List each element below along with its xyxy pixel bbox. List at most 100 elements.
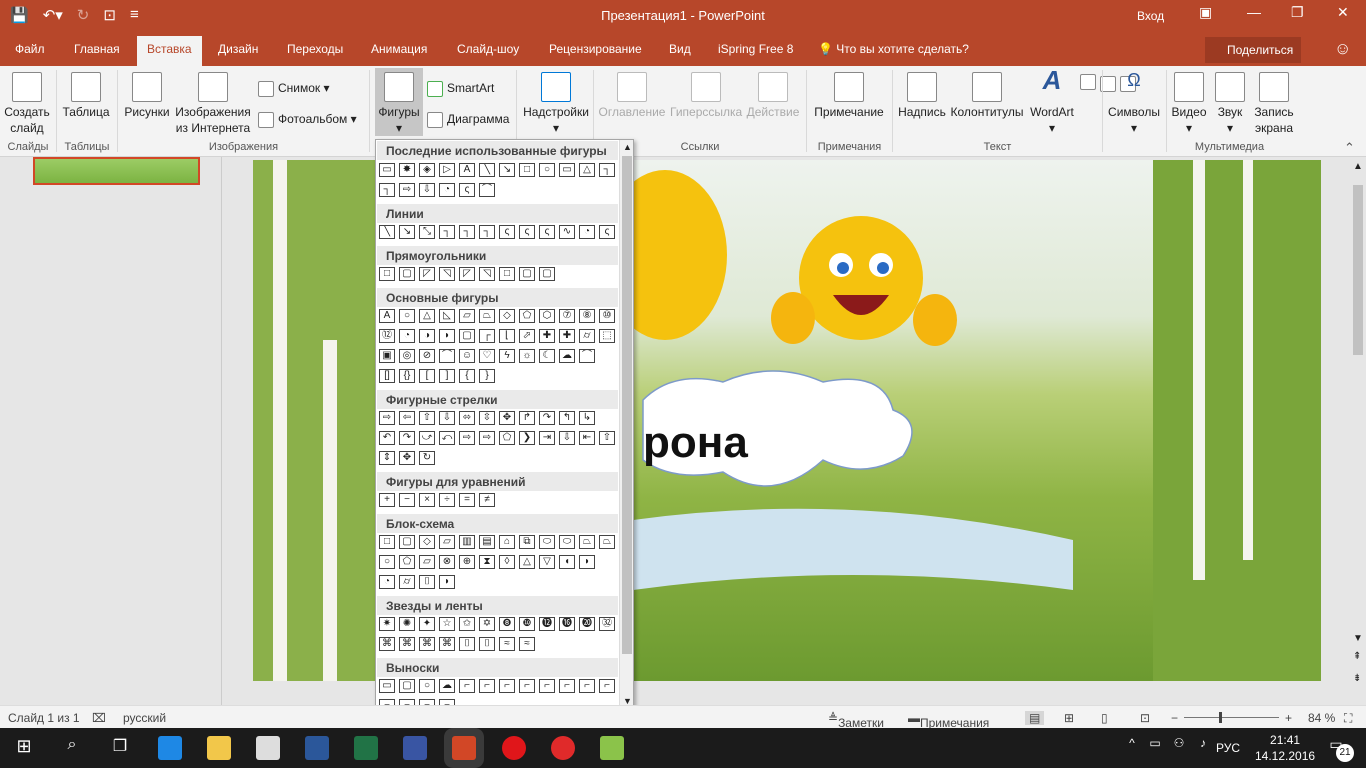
scroll-up-icon[interactable]: ▲ [1353, 161, 1363, 172]
tray-chevron-icon[interactable]: ^ [1120, 736, 1144, 760]
network-icon[interactable]: ⚇ [1167, 736, 1191, 760]
tab-transitions[interactable]: Переходы [287, 42, 343, 56]
pictures-button[interactable]: Рисунки [122, 72, 172, 120]
screen-recording-button[interactable]: Запись экрана [1250, 72, 1298, 136]
tab-animation[interactable]: Анимация [371, 42, 427, 56]
smiley-feedback-icon[interactable]: ☺ [1334, 39, 1351, 59]
photo-album-button[interactable]: Фотоальбом ▾ [258, 111, 357, 128]
symbols-button[interactable]: Ω Символы ▾ [1106, 71, 1162, 136]
zoom-out-icon[interactable]: − [1171, 711, 1178, 725]
task-view-icon[interactable]: ❐ [108, 736, 132, 760]
shape-row[interactable]: □ ▢ ◸ ◹ ◸ ◹ □ ▢ ▢ [379, 267, 555, 285]
tab-review[interactable]: Рецензирование [549, 42, 642, 56]
comments-button[interactable]: ▬ Примечания [908, 711, 989, 730]
slide-thumbnail-1[interactable] [33, 157, 200, 185]
scroll-up-icon[interactable]: ▲ [623, 142, 632, 152]
share-button[interactable]: Поделиться [1205, 37, 1301, 63]
tab-file[interactable]: Файл [15, 42, 45, 56]
ribbon-display-icon[interactable]: ▣ [1199, 4, 1212, 21]
reading-view-icon[interactable]: ▯ [1101, 711, 1108, 725]
cloud-text[interactable]: рона [643, 418, 748, 468]
collapse-ribbon-icon[interactable]: ⌃ [1344, 140, 1355, 156]
chart-button[interactable]: Диаграмма [427, 111, 509, 128]
vertical-scrollbar[interactable]: ▲ ▼ ⇞ ⇟ [1350, 157, 1366, 705]
login-link[interactable]: Вход [1137, 9, 1164, 23]
shape-row[interactable]: ┐ ⇨ ⇩ ◔ ς ⌒ [379, 183, 495, 201]
shape-row[interactable]: ⑫ ◔ ◑ ◗ ▢ ┌ ⌊ ⬀ ✚ ✚ ⌭ ⬚ [379, 329, 615, 347]
shape-row[interactable]: □ ▢ ◇ ▱ ▥ ▤ ⌂ ⧉ ⬭ ⬭ ⏢ ⏢ [379, 535, 615, 553]
shape-row[interactable]: []{}[]{} [379, 369, 495, 387]
shape-row[interactable]: ⌘ ⌘ ⌘ ⌘ ⌷ ⌷ ≈ ≈ [379, 637, 535, 655]
zoom-slider-thumb[interactable] [1219, 712, 1222, 723]
scroll-thumb[interactable] [1353, 185, 1363, 355]
more-text-tools[interactable] [1080, 72, 1136, 92]
shape-row[interactable]: ○ ⬠ ▱ ⊗ ⊕ ⧗ ◊ △ ▽ ◖ ◗ [379, 555, 595, 573]
minimize-icon[interactable]: — [1247, 4, 1261, 20]
volume-icon[interactable]: ♪ [1191, 736, 1215, 760]
opera-icon[interactable] [502, 736, 526, 760]
table-button[interactable]: Таблица [62, 72, 110, 120]
shape-row[interactable]: ⇕ ✥ ↻ [379, 451, 435, 469]
screenshot-button[interactable]: Снимок ▾ [258, 80, 330, 97]
clock[interactable]: 21:41 14.12.2016 [1255, 732, 1315, 764]
scroll-down-icon[interactable]: ▼ [1353, 633, 1363, 644]
prev-slide-icon[interactable]: ⇞ [1353, 651, 1361, 662]
shape-row[interactable]: ▭ ▢ ○ ☁ ⌐ ⌐ ⌐ ⌐ ⌐ ⌐ ⌐ ⌐ [379, 679, 615, 697]
tab-home[interactable]: Главная [74, 42, 120, 56]
slideshow-view-icon[interactable]: ⊡ [1140, 711, 1150, 725]
header-footer-button[interactable]: Колонтитулы [950, 72, 1024, 120]
input-language[interactable]: РУС [1216, 741, 1240, 755]
fit-slide-icon[interactable]: ⛶ [1344, 711, 1352, 726]
shape-row[interactable]: A ○ △ ◺ ▱ ⏢ ◇ ⬠ ⬡ ⑦ ⑧ ⑩ [379, 309, 615, 327]
tab-ispring[interactable]: iSpring Free 8 [718, 42, 793, 56]
word-icon[interactable] [305, 736, 329, 760]
gallery-scrollbar[interactable]: ▲ ▼ [619, 140, 633, 721]
edge-icon[interactable] [158, 736, 182, 760]
toc-button[interactable]: Оглавление [598, 72, 666, 120]
shape-row[interactable]: + − × ÷ = ≠ [379, 493, 495, 511]
new-slide-button[interactable]: Создать слайд [4, 72, 50, 136]
tab-view[interactable]: Вид [669, 42, 691, 56]
zoom-level[interactable]: 84 % [1308, 711, 1335, 725]
zoom-in-icon[interactable]: + [1285, 711, 1292, 725]
network-icon[interactable]: ▭ [1143, 736, 1167, 760]
gallery-scroll-thumb[interactable] [622, 156, 632, 654]
tab-insert[interactable]: Вставка [137, 36, 202, 66]
excel-icon[interactable] [354, 736, 378, 760]
video-button[interactable]: Видео ▾ [1170, 72, 1208, 136]
smartart-button[interactable]: SmartArt [427, 80, 494, 97]
tab-slideshow[interactable]: Слайд-шоу [457, 42, 519, 56]
shape-row[interactable]: ↶ ↷ ⤻ ⤺ ⇨ ⇨ ⬠ ❯ ⇥ ⇩ ⇤ ⇧ [379, 431, 615, 449]
textbox-button[interactable]: Надпись [897, 72, 947, 120]
shape-row[interactable]: ╲ ↘ ⤡ ┐ ┐ ┐ ς ς ς ∿ ◔ ς [379, 225, 615, 243]
online-pictures-button[interactable]: Изображения из Интернета [174, 72, 252, 136]
action-button[interactable]: Действие [746, 72, 800, 120]
shape-row[interactable]: ◔ ⌭ ⌷ ◗ [379, 575, 455, 593]
mail-icon[interactable] [551, 736, 575, 760]
store-icon[interactable] [256, 736, 280, 760]
app-icon[interactable] [600, 736, 624, 760]
visio-icon[interactable] [403, 736, 427, 760]
shape-row[interactable]: ⇨ ⇦ ⇧ ⇩ ⬄ ⇳ ✥ ↱ ↷ ↰ ↳ [379, 411, 595, 429]
tell-me-box[interactable]: 💡 Что вы хотите сделать? [818, 42, 969, 56]
tab-design[interactable]: Дизайн [218, 42, 258, 56]
notes-button[interactable]: ≜ Заметки [828, 711, 884, 730]
addins-button[interactable]: Надстройки ▾ [522, 72, 590, 136]
shape-row[interactable]: ✷ ✺ ✦ ☆ ✩ ✡ ❽ ❿ ⓬ ⓰ ⓴ ㉜ [379, 617, 615, 635]
slide-sorter-icon[interactable]: ⊞ [1064, 711, 1074, 725]
normal-view-icon[interactable]: ▤ [1025, 711, 1045, 725]
powerpoint-icon[interactable] [452, 736, 476, 760]
hyperlink-button[interactable]: Гиперссылка [670, 72, 742, 120]
audio-button[interactable]: Звук ▾ [1212, 72, 1248, 136]
shape-row[interactable]: ▣ ◎ ⊘ ⌒ ☺ ♡ ϟ ☼ ☾ ☁ ⌒ [379, 349, 595, 367]
search-icon[interactable]: ⌕ [60, 736, 84, 760]
comment-button[interactable]: Примечание [812, 72, 886, 120]
shapes-button[interactable]: Фигуры ▾ [375, 68, 423, 136]
start-icon[interactable]: ⊞ [12, 736, 36, 760]
shape-row[interactable]: ▭ ✸ ◈ ▷ A ╲ ↘ □ ○ ▭ △ ┐ [379, 163, 615, 181]
spellcheck-icon[interactable]: ⌧ [92, 711, 106, 725]
language-indicator[interactable]: русский [123, 711, 166, 725]
zoom-slider[interactable] [1184, 717, 1279, 718]
maximize-icon[interactable]: ❐ [1291, 4, 1304, 21]
wordart-button[interactable]: A WordArt ▾ [1028, 67, 1076, 136]
